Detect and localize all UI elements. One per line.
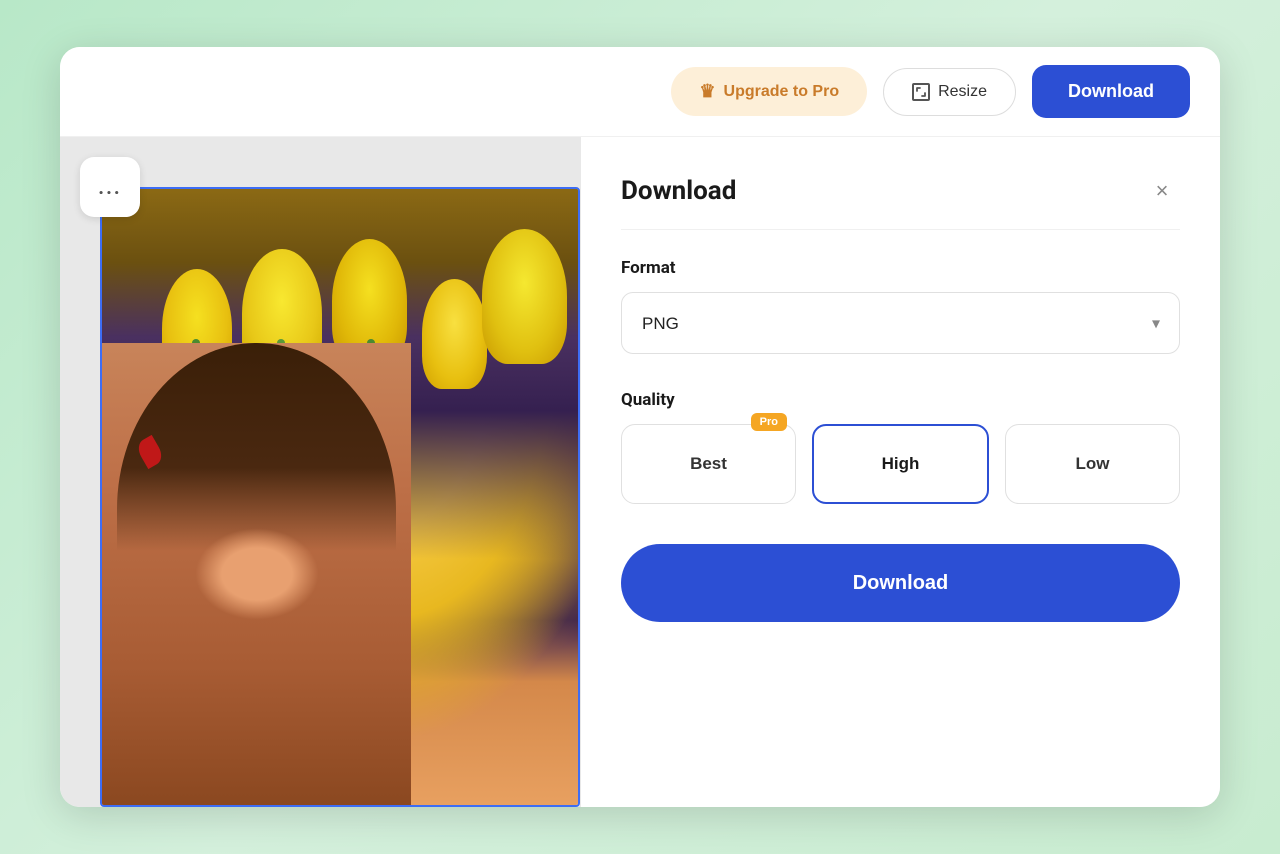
crown-icon: ♛ [699, 81, 715, 102]
quality-high-label: High [882, 454, 920, 474]
top-bar: ♛ Upgrade to Pro Resize Download [60, 47, 1220, 137]
resize-icon [912, 83, 930, 101]
download-header-button[interactable]: Download [1032, 65, 1190, 118]
cheeks [195, 528, 319, 620]
quality-best-label: Best [690, 454, 727, 474]
format-label: Format [621, 258, 1180, 278]
panel-title: Download [621, 176, 736, 206]
upgrade-label: Upgrade to Pro [724, 83, 840, 101]
resize-button[interactable]: Resize [883, 68, 1016, 116]
quality-options: Pro Best High Low [621, 424, 1180, 504]
quality-option-high[interactable]: High [812, 424, 989, 504]
more-dots: ... [98, 175, 121, 199]
format-section: Format PNG JPG WEBP SVG ▾ [621, 258, 1180, 354]
image-preview [100, 187, 580, 807]
image-background [102, 189, 578, 805]
quality-section: Quality Pro Best High Low [621, 390, 1180, 504]
more-options-button[interactable]: ... [80, 157, 140, 217]
canvas-area: ... [60, 137, 1220, 807]
tulip-5 [482, 229, 567, 364]
quality-option-low[interactable]: Low [1005, 424, 1180, 504]
close-button[interactable]: × [1144, 173, 1180, 209]
resize-label: Resize [938, 83, 987, 101]
format-select[interactable]: PNG JPG WEBP SVG [621, 292, 1180, 354]
download-action-label: Download [853, 572, 949, 594]
format-select-wrapper: PNG JPG WEBP SVG ▾ [621, 292, 1180, 354]
upgrade-to-pro-button[interactable]: ♛ Upgrade to Pro [671, 67, 867, 116]
download-panel: Download × Format PNG JPG WEBP SVG ▾ [580, 137, 1220, 807]
panel-header: Download × [621, 173, 1180, 230]
download-header-label: Download [1068, 81, 1154, 101]
tulip-4 [422, 279, 487, 389]
pro-badge: Pro [751, 413, 787, 431]
app-container: ♛ Upgrade to Pro Resize Download ... [60, 47, 1220, 807]
quality-low-label: Low [1076, 454, 1110, 474]
close-icon: × [1156, 178, 1169, 204]
hair [117, 343, 395, 551]
quality-label: Quality [621, 390, 1180, 410]
child-face-area [102, 343, 411, 805]
download-action-button[interactable]: Download [621, 544, 1180, 622]
quality-option-best[interactable]: Pro Best [621, 424, 796, 504]
